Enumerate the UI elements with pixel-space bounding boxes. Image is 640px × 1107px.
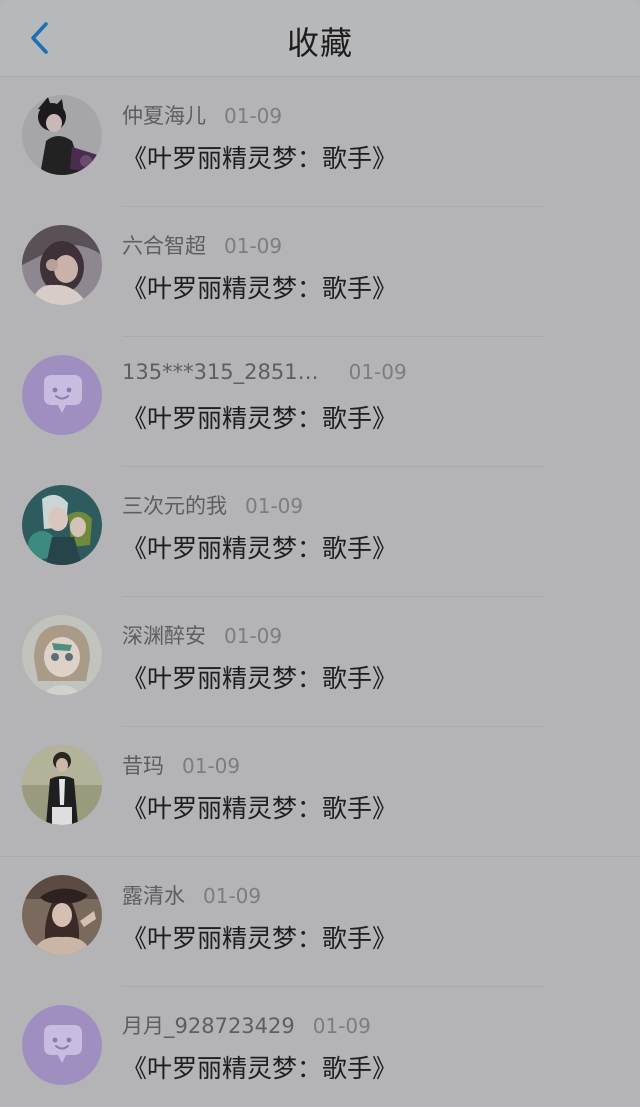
avatar <box>22 745 102 825</box>
list-item[interactable]: 135***315_2851… 01-09 《叶罗丽精灵梦：歌手》 <box>0 337 640 467</box>
date: 01-09 <box>224 624 283 648</box>
avatar <box>22 95 102 175</box>
item-meta: 三次元的我 01-09 <box>122 490 303 520</box>
username: 月月_928723429 <box>122 1014 295 1038</box>
list-item[interactable]: 露清水 01-09 《叶罗丽精灵梦：歌手》 <box>0 857 640 987</box>
username: 三次元的我 <box>122 494 227 518</box>
date: 01-09 <box>203 884 262 908</box>
item-title: 《叶罗丽精灵梦：歌手》 <box>122 924 398 953</box>
item-meta: 仲夏海儿 01-09 <box>122 100 282 130</box>
item-title: 《叶罗丽精灵梦：歌手》 <box>122 1054 398 1083</box>
item-meta: 深渊醉安 01-09 <box>122 620 282 650</box>
item-title: 《叶罗丽精灵梦：歌手》 <box>122 534 398 563</box>
item-meta: 135***315_2851… 01-09 <box>122 360 407 384</box>
avatar <box>22 1005 102 1085</box>
avatar <box>22 615 102 695</box>
item-meta: 露清水 01-09 <box>122 880 261 910</box>
username: 仲夏海儿 <box>122 104 206 128</box>
item-title: 《叶罗丽精灵梦：歌手》 <box>122 274 398 303</box>
list-item[interactable]: 月月_928723429 01-09 《叶罗丽精灵梦：歌手》 <box>0 987 640 1107</box>
item-title: 《叶罗丽精灵梦：歌手》 <box>122 144 398 173</box>
list-item[interactable]: 昔玛 01-09 《叶罗丽精灵梦：歌手》 <box>0 727 640 857</box>
list-item[interactable]: 三次元的我 01-09 《叶罗丽精灵梦：歌手》 <box>0 467 640 597</box>
list-item[interactable]: 六合智超 01-09 《叶罗丽精灵梦：歌手》 <box>0 207 640 337</box>
nav-bar: 收藏 <box>0 0 640 77</box>
avatar <box>22 355 102 435</box>
username: 深渊醉安 <box>122 624 206 648</box>
favorites-page: 收藏 仲夏海儿 01-09 《叶罗丽精灵梦：歌手》 六合智超 01-09 《叶罗… <box>0 0 640 1107</box>
avatar <box>22 225 102 305</box>
date: 01-09 <box>312 1014 371 1038</box>
item-meta: 昔玛 01-09 <box>122 750 240 780</box>
avatar <box>22 875 102 955</box>
date: 01-09 <box>224 104 283 128</box>
item-title: 《叶罗丽精灵梦：歌手》 <box>122 794 398 823</box>
chat-bubble-icon <box>22 1005 102 1085</box>
item-meta: 六合智超 01-09 <box>122 230 282 260</box>
username: 六合智超 <box>122 234 206 258</box>
favorites-list: 仲夏海儿 01-09 《叶罗丽精灵梦：歌手》 六合智超 01-09 《叶罗丽精灵梦：… <box>0 77 640 1107</box>
list-item[interactable]: 仲夏海儿 01-09 《叶罗丽精灵梦：歌手》 <box>0 77 640 207</box>
item-title: 《叶罗丽精灵梦：歌手》 <box>122 404 398 433</box>
date: 01-09 <box>348 360 407 384</box>
date: 01-09 <box>224 234 283 258</box>
item-title: 《叶罗丽精灵梦：歌手》 <box>122 664 398 693</box>
avatar <box>22 485 102 565</box>
date: 01-09 <box>182 754 241 778</box>
username: 露清水 <box>122 884 185 908</box>
username: 135***315_2851… <box>122 360 319 384</box>
username: 昔玛 <box>122 754 164 778</box>
chat-bubble-icon <box>22 355 102 435</box>
list-item[interactable]: 深渊醉安 01-09 《叶罗丽精灵梦：歌手》 <box>0 597 640 727</box>
date: 01-09 <box>245 494 304 518</box>
item-meta: 月月_928723429 01-09 <box>122 1010 371 1040</box>
page-title: 收藏 <box>286 24 353 62</box>
